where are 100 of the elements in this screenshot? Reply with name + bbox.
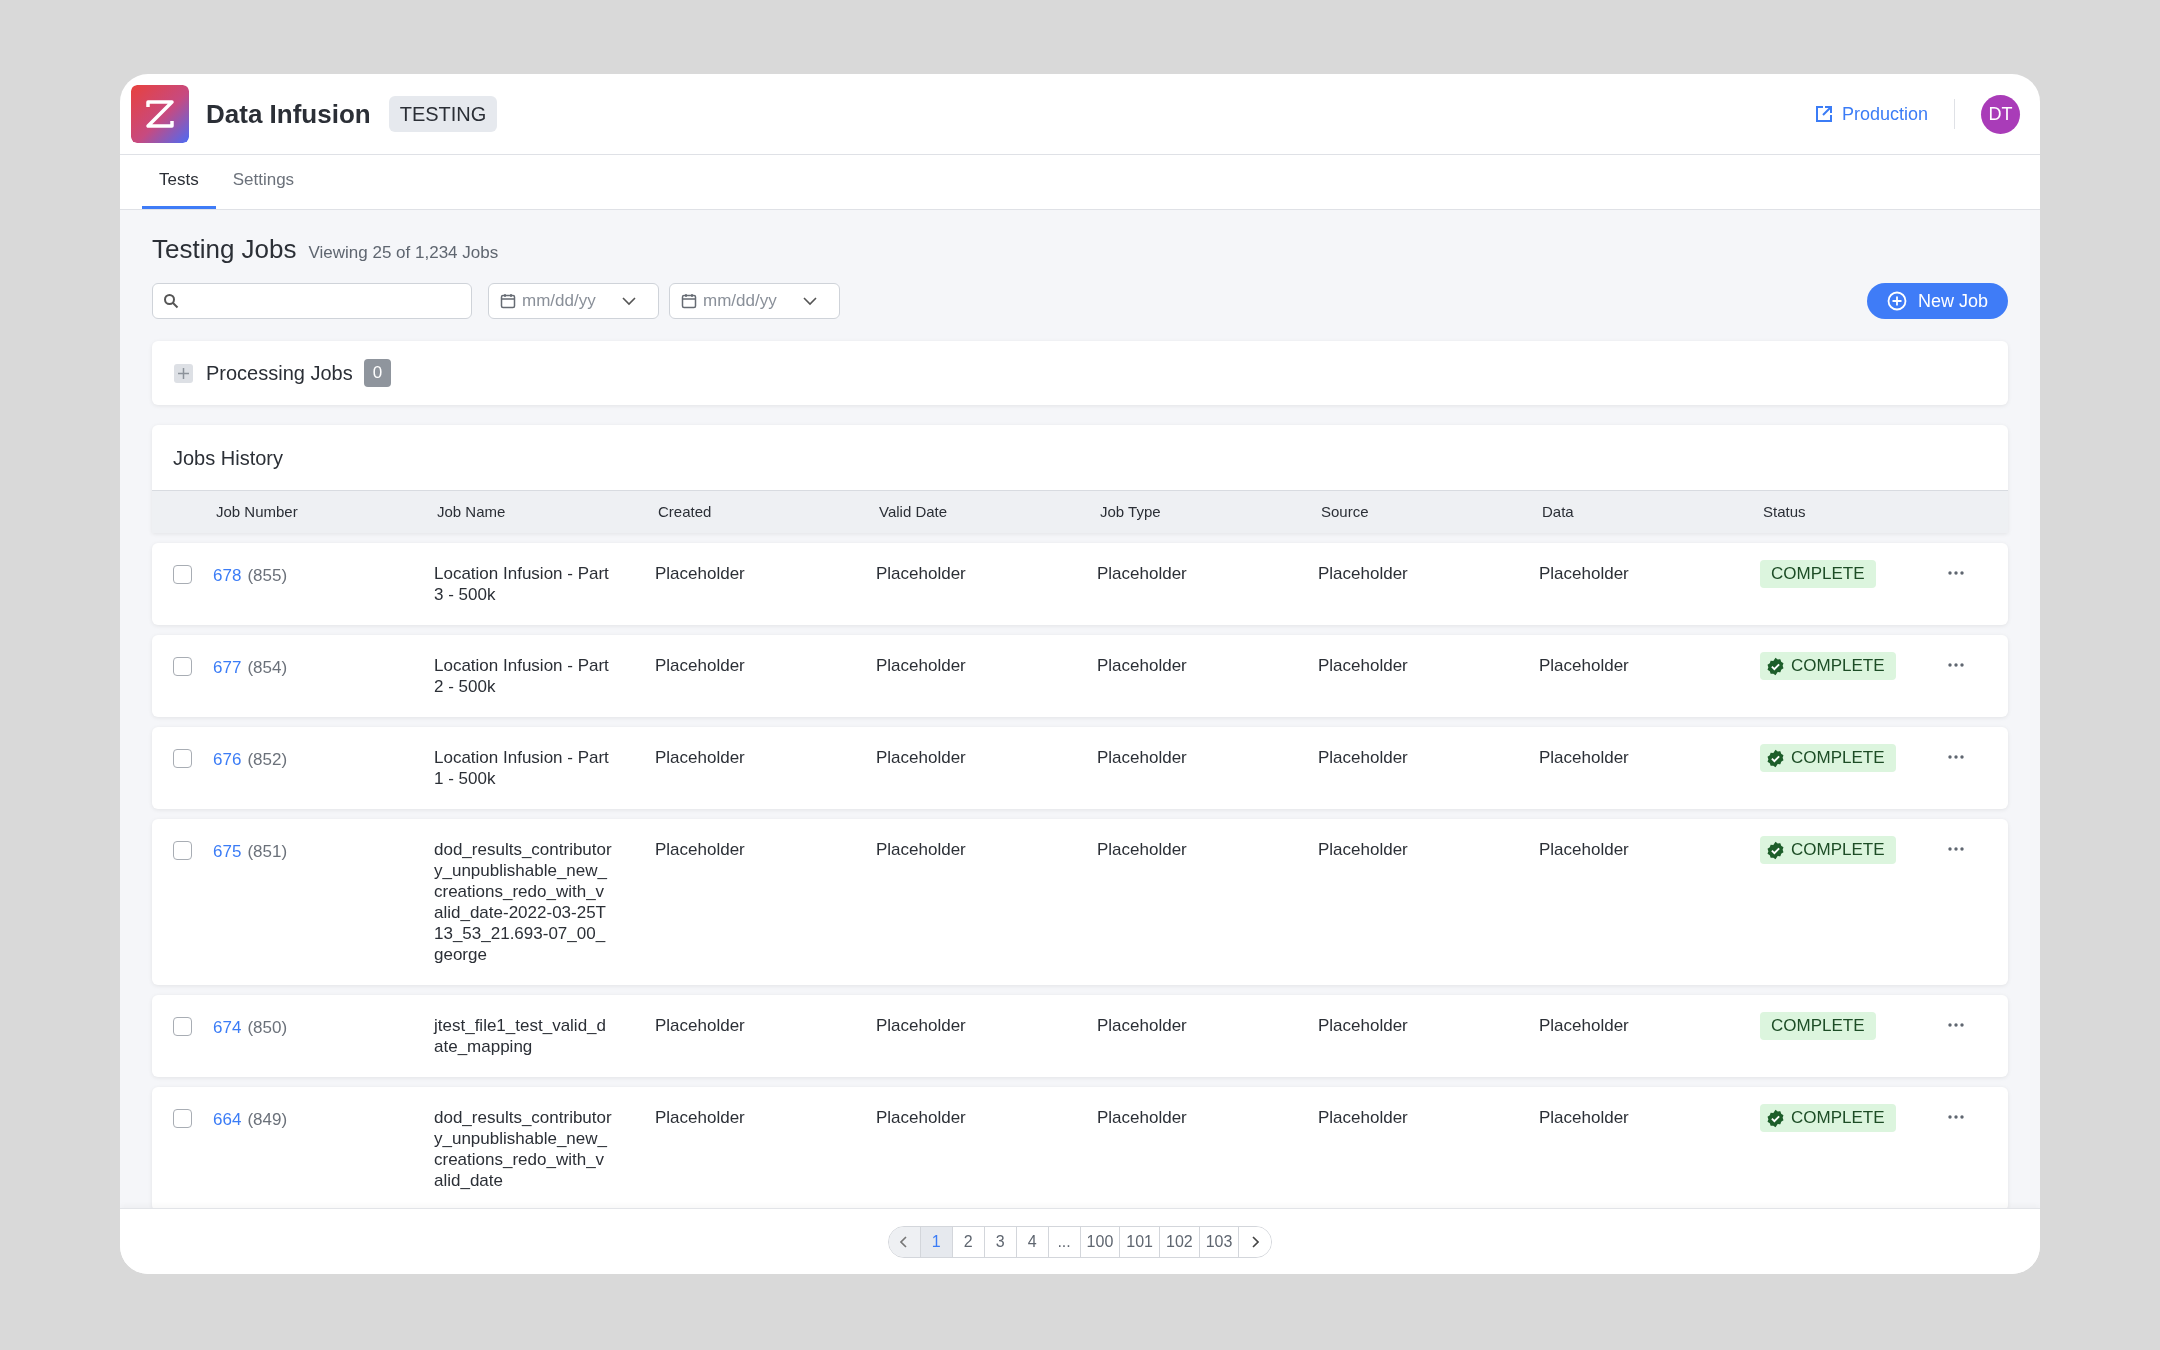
- table-cell-text: Location Infusion - Part 2 - 500k: [434, 655, 610, 697]
- chevron-right-icon: [1251, 1235, 1260, 1248]
- new-job-button[interactable]: New Job: [1866, 283, 2008, 319]
- verified-badge-icon: [1766, 1108, 1785, 1128]
- column-header: Status: [1762, 501, 1806, 522]
- chevron-down-icon: [622, 296, 636, 306]
- job-id-text: (854): [247, 657, 288, 679]
- job-number-link[interactable]: 675: [213, 839, 242, 865]
- table-cell: Placeholder: [1318, 1015, 1408, 1037]
- status-badge: COMPLETE: [1760, 560, 1876, 588]
- more-icon: [1948, 755, 1964, 759]
- table-cell: Placeholder: [876, 839, 966, 861]
- row-checkbox[interactable]: [173, 1109, 192, 1128]
- chevron-left-icon: [900, 1235, 909, 1248]
- table-cell: Placeholder: [1318, 563, 1408, 585]
- external-link-icon: [1813, 104, 1834, 124]
- row-checkbox[interactable]: [173, 749, 192, 768]
- column-header: Job Number: [215, 501, 298, 522]
- verified-badge-icon: [1766, 656, 1785, 676]
- table-cell: dod_results_contributory_unpublishable_new_creations_redo_with_valid_date-2022-03-25T13_53_21.693-07_00_george: [434, 839, 612, 965]
- job-id-text: (852): [247, 749, 288, 771]
- previous-page-button[interactable]: [888, 1226, 921, 1257]
- table-cell: Placeholder: [655, 655, 745, 677]
- job-id-text: (851): [247, 841, 288, 863]
- table-cell: Placeholder: [1539, 563, 1629, 585]
- table-cell: Placeholder: [1539, 747, 1629, 769]
- verified-badge-icon: [1766, 748, 1785, 768]
- table-cell: Placeholder: [655, 747, 745, 769]
- column-header: Job Name: [436, 501, 506, 522]
- app-logo-icon: [131, 85, 189, 143]
- table-cell: Placeholder: [655, 839, 745, 861]
- table-cell: Placeholder: [876, 1107, 966, 1129]
- status-badge: COMPLETE: [1760, 1104, 1896, 1132]
- row-checkbox[interactable]: [173, 657, 192, 676]
- table-cell: Placeholder: [1097, 655, 1187, 677]
- table-cell: Placeholder: [655, 563, 745, 585]
- table-cell: Placeholder: [1539, 839, 1629, 861]
- table-cell: Placeholder: [876, 655, 966, 677]
- date-field[interactable]: mm/dd/yy: [669, 283, 840, 319]
- table-cell: Placeholder: [1318, 747, 1408, 769]
- date-input[interactable]: mm/dd/yy: [522, 288, 616, 314]
- calendar-icon: [681, 293, 697, 309]
- processing-count-badge: 0: [363, 359, 392, 387]
- more-icon: [1948, 663, 1964, 667]
- table-cell: Placeholder: [655, 1015, 745, 1037]
- table-cell: Placeholder: [1539, 1107, 1629, 1129]
- table-cell: Placeholder: [876, 563, 966, 585]
- environment-badge: TESTING: [388, 96, 498, 132]
- row-checkbox[interactable]: [173, 565, 192, 584]
- tab[interactable]: Settings: [215, 154, 312, 209]
- table-cell: dod_results_contributory_unpublishable_new_creations_redo_with_valid_date: [434, 1107, 612, 1191]
- production-link[interactable]: Production: [1813, 100, 1928, 128]
- column-header: Valid Date: [878, 501, 948, 522]
- job-number-link[interactable]: 674: [213, 1015, 242, 1041]
- user-avatar[interactable]: DT: [1981, 94, 2020, 134]
- processing-jobs-title: Processing Jobs: [206, 361, 353, 386]
- job-number-link[interactable]: 678: [213, 563, 242, 589]
- column-header: Data: [1541, 501, 1574, 522]
- search-icon: [163, 293, 179, 309]
- more-icon: [1948, 1023, 1964, 1027]
- chevron-down-icon: [803, 296, 817, 306]
- job-id-text: (850): [247, 1017, 288, 1039]
- table-cell: Placeholder: [1318, 655, 1408, 677]
- job-number-link[interactable]: 676: [213, 747, 242, 773]
- job-number-link[interactable]: 664: [213, 1107, 242, 1133]
- page-title: Testing Jobs: [152, 233, 297, 266]
- table-cell: Placeholder: [655, 1107, 745, 1129]
- date-input[interactable]: mm/dd/yy: [703, 288, 797, 314]
- column-header: Created: [657, 501, 712, 522]
- job-count-text: Viewing 25 of 1,234 Jobs: [308, 242, 499, 264]
- table-cell: Placeholder: [1539, 1015, 1629, 1037]
- table-cell: Placeholder: [1097, 1015, 1187, 1037]
- status-badge: COMPLETE: [1760, 836, 1896, 864]
- table-cell: Placeholder: [1097, 563, 1187, 585]
- verified-badge-icon: [1766, 840, 1785, 860]
- page-button[interactable]: 1: [920, 1226, 953, 1257]
- search-field[interactable]: [152, 283, 472, 319]
- calendar-icon: [500, 293, 516, 309]
- table-cell: Placeholder: [876, 747, 966, 769]
- table-cell: Placeholder: [1097, 1107, 1187, 1129]
- table-cell: Placeholder: [1318, 1107, 1408, 1129]
- status-badge: COMPLETE: [1760, 652, 1896, 680]
- more-icon: [1948, 571, 1964, 575]
- job-id-text: (855): [247, 565, 288, 587]
- row-checkbox[interactable]: [173, 1017, 192, 1036]
- column-header: Job Type: [1099, 501, 1161, 522]
- status-badge: COMPLETE: [1760, 1012, 1876, 1040]
- expand-button[interactable]: [174, 363, 193, 383]
- status-badge: COMPLETE: [1760, 744, 1896, 772]
- more-icon: [1948, 1115, 1964, 1119]
- table-cell: Placeholder: [1097, 747, 1187, 769]
- date-field[interactable]: mm/dd/yy: [488, 283, 659, 319]
- row-checkbox[interactable]: [173, 841, 192, 860]
- table-cell-text: jtest_file1_test_valid_date_mapping: [434, 1015, 607, 1057]
- job-number-link[interactable]: 677: [213, 655, 242, 681]
- column-header: Source: [1320, 501, 1369, 522]
- table-cell-text: Location Infusion - Part 3 - 500k: [434, 563, 610, 605]
- table-cell: Placeholder: [1318, 839, 1408, 861]
- jobs-history-title: Jobs History: [173, 445, 284, 471]
- plus-circle-icon: [1886, 291, 1907, 311]
